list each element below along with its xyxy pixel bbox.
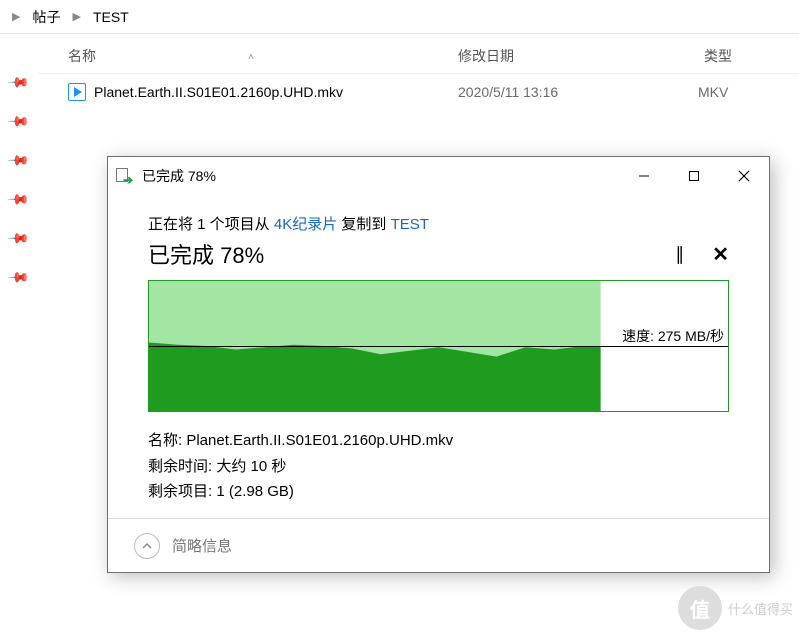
file-name: Planet.Earth.II.S01E01.2160p.UHD.mkv — [94, 84, 343, 100]
breadcrumb-seg-2[interactable]: TEST — [89, 7, 133, 27]
minimize-button[interactable] — [619, 157, 669, 195]
copy-prefix: 正在将 1 个项目从 — [148, 216, 274, 233]
destination-link[interactable]: TEST — [391, 216, 429, 233]
dialog-titlebar[interactable]: ➔ 已完成 78% — [108, 157, 769, 195]
transfer-details: 名称: Planet.Earth.II.S01E01.2160p.UHD.mkv… — [148, 428, 729, 505]
progress-percent: 已完成 78% — [148, 238, 264, 270]
remaining-time-value: 大约 10 秒 — [216, 458, 286, 475]
column-date[interactable]: 修改日期 — [458, 46, 698, 66]
close-button[interactable] — [719, 157, 769, 195]
remaining-items-value: 1 (2.98 GB) — [216, 483, 294, 500]
maximize-button[interactable] — [669, 157, 719, 195]
speed-label: 速度: 275 MB/秒 — [622, 326, 724, 346]
collapse-button[interactable] — [134, 533, 160, 559]
source-link[interactable]: 4K纪录片 — [274, 216, 337, 233]
copy-dialog: ➔ 已完成 78% 正在将 1 个项目从 4K纪录片 复制到 TEST 已完成 … — [107, 156, 770, 573]
copy-operation-icon: ➔ — [116, 168, 136, 184]
table-row[interactable]: Planet.Earth.II.S01E01.2160p.UHD.mkv 202… — [38, 74, 799, 110]
watermark-text: 什么值得买 — [728, 599, 793, 618]
chevron-right-icon: ▶ — [64, 10, 88, 23]
copy-description: 正在将 1 个项目从 4K纪录片 复制到 TEST — [148, 213, 729, 234]
pin-icon: 📌 — [7, 226, 31, 250]
name-label: 名称: — [148, 432, 182, 449]
speed-baseline — [149, 346, 728, 347]
pause-button[interactable]: ∥ — [675, 244, 686, 265]
speed-chart[interactable]: 速度: 275 MB/秒 — [148, 280, 729, 412]
dialog-title: 已完成 78% — [142, 166, 216, 186]
chevron-right-icon: ▶ — [4, 10, 28, 23]
footer-label[interactable]: 简略信息 — [172, 535, 232, 556]
pin-icon: 📌 — [7, 265, 31, 289]
column-headers: 名称 ˄ 修改日期 类型 — [38, 38, 799, 74]
column-name-label: 名称 — [68, 48, 96, 64]
file-type: MKV — [698, 84, 799, 100]
remaining-items-label: 剩余项目: — [148, 483, 212, 500]
file-date: 2020/5/11 13:16 — [458, 84, 698, 100]
name-value: Planet.Earth.II.S01E01.2160p.UHD.mkv — [186, 432, 453, 449]
watermark-icon: 值 — [678, 586, 722, 630]
breadcrumb[interactable]: ▶ 帖子 ▶ TEST — [0, 0, 799, 34]
pin-icon: 📌 — [7, 109, 31, 133]
quick-access-strip: 📌 📌 📌 📌 📌 📌 — [0, 34, 38, 634]
sort-asc-icon: ˄ — [248, 52, 254, 63]
column-type[interactable]: 类型 — [698, 46, 799, 66]
video-file-icon — [68, 83, 86, 101]
pin-icon: 📌 — [7, 70, 31, 94]
copy-mid: 复制到 — [337, 216, 390, 233]
cancel-button[interactable]: ✕ — [712, 242, 729, 267]
pin-icon: 📌 — [7, 148, 31, 172]
pin-icon: 📌 — [7, 187, 31, 211]
column-name[interactable]: 名称 ˄ — [38, 46, 458, 66]
breadcrumb-seg-1[interactable]: 帖子 — [28, 5, 64, 29]
remaining-time-label: 剩余时间: — [148, 458, 212, 475]
watermark: 值 什么值得买 — [678, 586, 793, 630]
dialog-footer: 简略信息 — [108, 518, 769, 572]
